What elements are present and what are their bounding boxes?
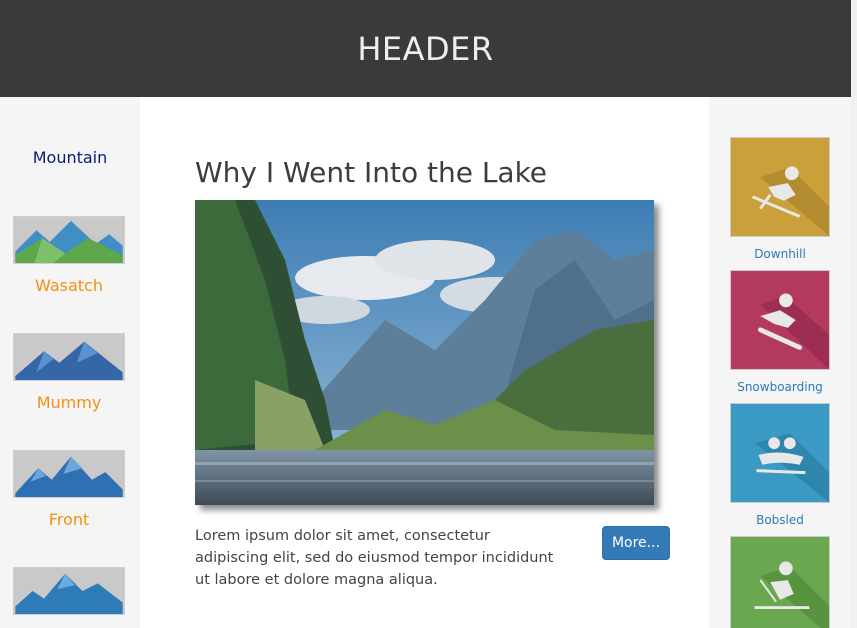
mountain-item-wasatch[interactable]: Wasatch <box>13 216 125 295</box>
right-sidebar: Downhill Snowboarding Bobsled <box>709 97 851 628</box>
mountain-thumbnail[interactable] <box>13 450 125 498</box>
sport-item-bobsled[interactable]: Bobsled <box>730 403 830 527</box>
mountain-item-4[interactable] <box>13 567 125 627</box>
scrollbar[interactable] <box>851 0 857 628</box>
bobsled-icon[interactable] <box>730 403 830 503</box>
sport-item-snowboarding[interactable]: Snowboarding <box>730 270 830 394</box>
downhill-skier-icon[interactable] <box>730 137 830 237</box>
mountain-item-front[interactable]: Front <box>13 450 125 529</box>
mountain-thumbnail[interactable] <box>13 333 125 381</box>
mountain-label[interactable]: Front <box>13 510 125 529</box>
mountain-label[interactable]: Mummy <box>13 393 125 412</box>
sport-item-downhill[interactable]: Downhill <box>730 137 830 261</box>
article-body: Lorem ipsum dolor sit amet, consectetur … <box>195 528 554 588</box>
snowboarder-icon[interactable] <box>730 270 830 370</box>
main-content: Why I Went Into the Lake Lorem ipsum dol… <box>140 97 709 628</box>
sidebar-title: Mountain <box>32 148 108 167</box>
sport-label[interactable]: Downhill <box>730 247 830 261</box>
mountain-thumbnail[interactable] <box>13 216 125 264</box>
lake-hero-image <box>195 200 654 505</box>
header-title: HEADER <box>357 29 494 68</box>
mountain-item-mummy[interactable]: Mummy <box>13 333 125 412</box>
sport-label[interactable]: Bobsled <box>730 513 830 527</box>
page-header: HEADER <box>0 0 851 97</box>
article-title: Why I Went Into the Lake <box>195 156 548 189</box>
more-button[interactable]: More... <box>602 526 670 560</box>
skier-icon[interactable] <box>730 536 830 628</box>
mountain-label[interactable]: Wasatch <box>13 276 125 295</box>
sport-item-4[interactable] <box>730 536 830 628</box>
sport-label[interactable]: Snowboarding <box>730 380 830 394</box>
mountain-thumbnail[interactable] <box>13 567 125 615</box>
left-sidebar: Mountain Wasatch Mummy Front <box>0 97 140 628</box>
